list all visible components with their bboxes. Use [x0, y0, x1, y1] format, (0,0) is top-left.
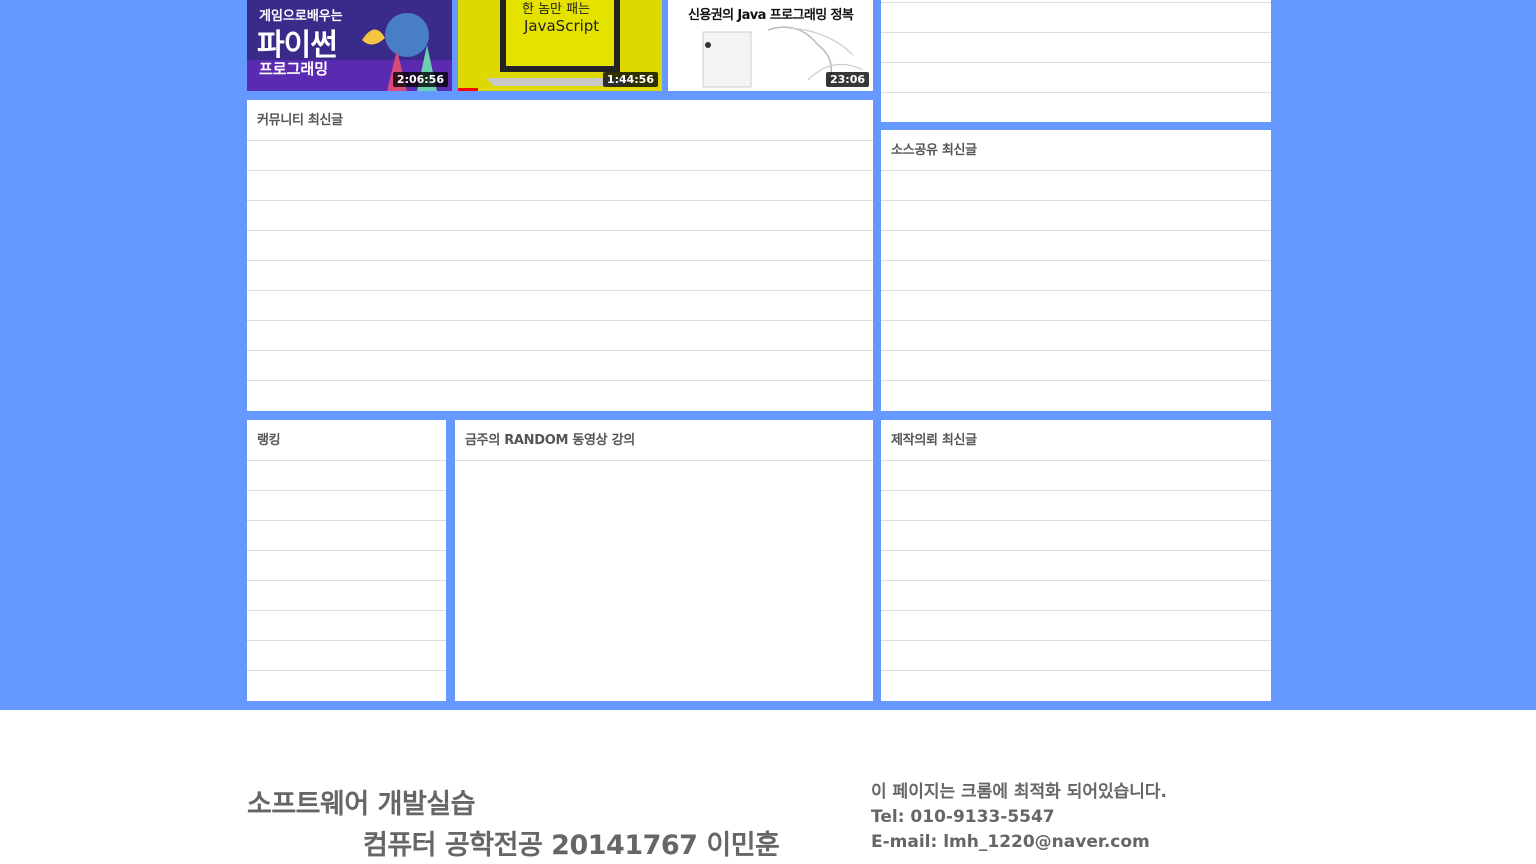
request-panel-title[interactable]: 제작의뢰 최신글	[881, 420, 1271, 461]
list-item[interactable]	[881, 491, 1271, 521]
video-duration-badge: 1:44:56	[602, 72, 658, 87]
community-latest-panel: 커뮤니티 최신글	[247, 100, 873, 411]
top-right-list-panel	[881, 0, 1271, 122]
list-item[interactable]	[247, 231, 873, 261]
list-item[interactable]	[247, 171, 873, 201]
video-progress-bar	[458, 88, 478, 91]
list-item[interactable]	[881, 3, 1271, 33]
video-thumbnail-java[interactable]: 신용권의 Java 프로그래밍 정복 23:06	[668, 0, 873, 91]
footer-browser-notice: 이 페이지는 크롬에 최적화 되어있습니다.	[871, 782, 1168, 802]
list-item[interactable]	[881, 171, 1271, 201]
ranking-item[interactable]	[247, 581, 446, 611]
list-item[interactable]	[881, 461, 1271, 491]
list-item[interactable]	[247, 141, 873, 171]
request-latest-panel: 제작의뢰 최신글	[881, 420, 1271, 701]
source-panel-title[interactable]: 소스공유 최신글	[881, 130, 1271, 171]
list-item[interactable]	[881, 201, 1271, 231]
ranking-item[interactable]	[247, 551, 446, 581]
list-item[interactable]	[247, 291, 873, 321]
list-item[interactable]	[247, 351, 873, 381]
list-item[interactable]	[881, 671, 1271, 701]
javascript-thumb-caption-top: 한 놈만 패는	[522, 2, 591, 17]
random-video-area[interactable]	[455, 461, 873, 701]
video-duration-badge: 23:06	[825, 72, 869, 87]
list-item[interactable]	[881, 63, 1271, 93]
javascript-thumb-caption-main: JavaScript	[524, 17, 600, 35]
random-video-panel-title: 금주의 RANDOM 동영상 강의	[455, 420, 873, 461]
ranking-item[interactable]	[247, 461, 446, 491]
list-item[interactable]	[247, 201, 873, 231]
random-video-panel: 금주의 RANDOM 동영상 강의	[455, 420, 873, 701]
ranking-item[interactable]	[247, 671, 446, 701]
source-latest-panel: 소스공유 최신글	[881, 130, 1271, 411]
ranking-panel: 랭킹	[247, 420, 446, 701]
ranking-item[interactable]	[247, 611, 446, 641]
ranking-item[interactable]	[247, 491, 446, 521]
footer-contact-info: 이 페이지는 크롬에 최적화 되어있습니다. Tel: 010-9133-554…	[871, 780, 1167, 855]
ranking-item[interactable]	[247, 521, 446, 551]
community-panel-title[interactable]: 커뮤니티 최신글	[247, 100, 873, 141]
list-item[interactable]	[881, 33, 1271, 63]
list-item[interactable]	[881, 581, 1271, 611]
footer-subtitle: 컴퓨터 공학전공 20141767 이민훈	[363, 830, 780, 861]
list-item[interactable]	[881, 351, 1271, 381]
list-item[interactable]	[247, 381, 873, 411]
ranking-panel-title: 랭킹	[247, 420, 446, 461]
video-thumbnail-python[interactable]: 게임으로배우는 파이썬 프로그래밍 2:06:56	[247, 0, 452, 91]
footer-title: 소프트웨어 개발실습	[247, 789, 475, 820]
list-item[interactable]	[881, 611, 1271, 641]
list-item[interactable]	[881, 231, 1271, 261]
list-item[interactable]	[881, 641, 1271, 671]
list-item[interactable]	[247, 261, 873, 291]
footer-tel: Tel: 010-9133-5547	[871, 807, 1055, 827]
footer-email: E-mail: lmh_1220@naver.com	[871, 832, 1150, 852]
ranking-item[interactable]	[247, 641, 446, 671]
java-thumb-caption: 신용권의 Java 프로그래밍 정복	[688, 8, 854, 23]
video-thumbnail-javascript[interactable]: 한 놈만 패는 JavaScript 1:44:56	[458, 0, 662, 91]
list-item[interactable]	[881, 291, 1271, 321]
python-thumb-caption-bottom: 프로그래밍	[259, 60, 329, 78]
list-item[interactable]	[247, 321, 873, 351]
list-item[interactable]	[881, 261, 1271, 291]
list-item[interactable]	[881, 521, 1271, 551]
list-item[interactable]	[881, 551, 1271, 581]
video-duration-badge: 2:06:56	[392, 72, 448, 87]
list-item[interactable]	[881, 321, 1271, 351]
list-item[interactable]	[881, 381, 1271, 411]
